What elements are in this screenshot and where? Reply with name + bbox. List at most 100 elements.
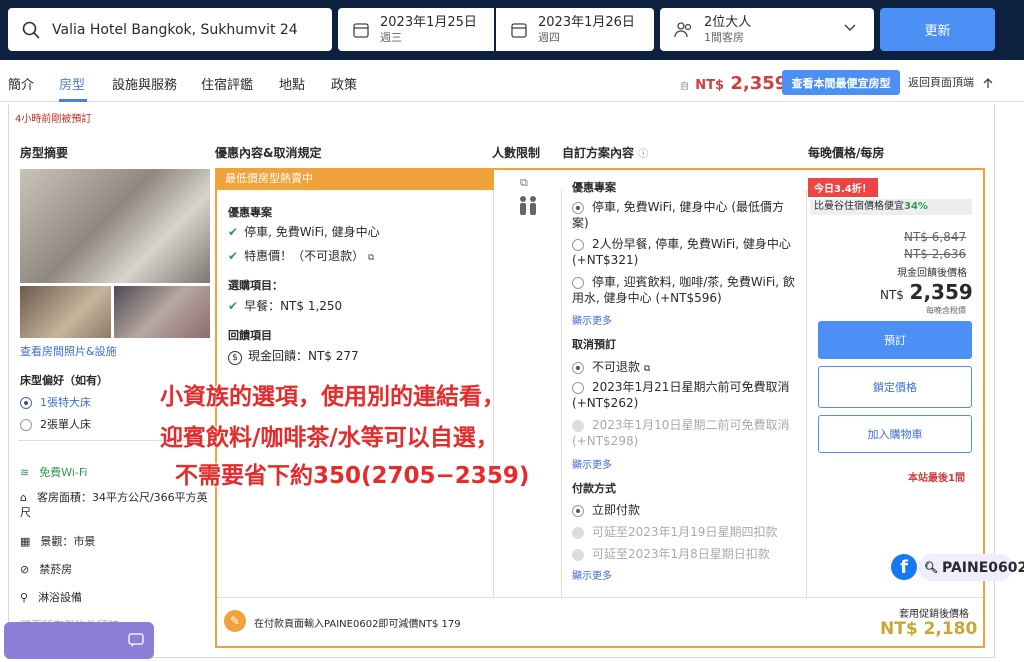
add-to-cart-button[interactable]: 加入購物車 [818, 415, 972, 453]
radio-icon [572, 276, 584, 289]
adults-count: 2位大人 [704, 15, 752, 30]
final-price: NT$ 2,359 [880, 280, 973, 304]
radio-icon [572, 238, 584, 251]
room-photo-main[interactable] [20, 169, 210, 283]
after-cashback-label: 現金回饋後價格 [897, 268, 967, 279]
tab-reviews[interactable]: 住宿評鑑 [201, 74, 253, 93]
custom-section-title: 取消預訂 [572, 338, 616, 351]
check-icon: ✔ [228, 249, 239, 263]
search-icon [22, 21, 40, 39]
radio-icon [20, 419, 32, 431]
header-occupancy: 人數限制 [492, 146, 541, 160]
feature-size: ⌂ 客房面積：34平方公尺/366平方英尺 [20, 491, 208, 519]
payment-option: 可延至2023年1月8日星期日扣款 [572, 545, 770, 562]
search-icon: 🔍︎ [924, 561, 938, 574]
best-deal-banner: 最低價房型熱賣中 [215, 168, 494, 190]
lock-price-button[interactable]: 鎖定價格 [818, 366, 972, 408]
no-smoking-icon: ⊘ [20, 563, 30, 576]
shower-icon: ⚲ [20, 591, 29, 604]
checkin-date-text: 2023年1月25日 [380, 15, 477, 30]
cheapest-room-button[interactable]: 查看本間最便宜房型 [782, 70, 900, 95]
radio-selected-icon [572, 504, 584, 517]
room-photo-thumb[interactable] [20, 286, 111, 338]
cancel-option[interactable]: 2023年1月21日星期六前可免費取消 (+NT$262) [572, 379, 800, 411]
promo-price-label: 套用促銷後價格 [899, 609, 969, 620]
watermark: 🔍︎ PAINE0602 [918, 554, 1024, 581]
room-photo-thumb[interactable] [114, 286, 210, 338]
original-price: NT$ 6,847 [904, 230, 967, 244]
nav-bar: 簡介 房型 設施與服務 住宿評鑑 地點 政策 自 NT$ 2,359 查看本間最… [0, 60, 1024, 102]
two-people-icon [520, 196, 536, 215]
external-link-icon[interactable]: ⧉ [368, 253, 374, 263]
back-to-top-link[interactable]: 返回頁面頂端 [908, 74, 994, 90]
external-link-icon[interactable]: ⧉ [644, 364, 650, 374]
deal-item: ✔ 停車, 免費WiFi, 健身中心 [228, 225, 380, 239]
feature-nonsmoking: ⊘ 禁菸房 [20, 563, 73, 576]
deal-item: ✔ 早餐：NT$ 1,250 [228, 299, 343, 313]
checkin-weekday: 週三 [380, 31, 402, 44]
update-button[interactable]: 更新 [880, 8, 995, 51]
divider [217, 597, 983, 598]
deal-section-title: 優惠專案 [228, 206, 272, 219]
check-icon: ✔ [228, 225, 239, 239]
header-custom: 自訂方案內容 ⓘ [562, 146, 649, 160]
annotation-line: 不需要省下約350(2705−2359) [175, 463, 530, 489]
show-more-link[interactable]: 顯示更多 [572, 456, 612, 471]
hotel-search-field[interactable]: Valia Hotel Bangkok, Sukhumvit 24 [8, 8, 332, 51]
chat-icon [128, 633, 144, 647]
tab-policies[interactable]: 政策 [331, 74, 357, 93]
people-icon [674, 21, 692, 37]
payment-option[interactable]: 立即付款 [572, 501, 640, 518]
tab-overview[interactable]: 簡介 [8, 74, 34, 93]
feature-shower: ⚲ 淋浴設備 [20, 591, 83, 604]
deal-item: $ 現金回饋：NT$ 277 [228, 347, 359, 365]
book-button[interactable]: 預訂 [818, 321, 972, 359]
package-option[interactable]: 停車, 迎賓飲料, 咖啡/茶, 免費WiFi, 飲用水, 健身中心 (+NT$5… [572, 274, 800, 306]
calendar-icon [511, 22, 527, 38]
room-photos-link[interactable]: 查看房間照片&設施 [20, 343, 117, 359]
promo-text: 在付款頁面輸入PAINE0602即可減價NT$ 179 [254, 619, 461, 630]
chevron-down-icon [844, 24, 856, 32]
coupon-icon: ✎ [224, 610, 246, 632]
chat-widget[interactable] [4, 622, 154, 659]
active-tab-indicator [59, 99, 87, 102]
cancel-option[interactable]: 不可退款 ⧉ [572, 358, 650, 375]
room-size-icon: ⌂ [20, 491, 27, 504]
tab-facilities[interactable]: 設施與服務 [112, 74, 177, 93]
rooms-count: 1間客房 [704, 31, 744, 44]
bed-option-twin[interactable]: 2張單人床 [20, 416, 91, 432]
guests-selector[interactable]: 2位大人 1間客房 [660, 8, 874, 51]
feature-wifi: ≋ 免費Wi-Fi [20, 466, 88, 479]
checkout-date[interactable]: 2023年1月26日 週四 [496, 8, 654, 51]
bed-preference-label: 床型偏好（如有） [20, 374, 108, 387]
deal-section-title: 選購項目： [228, 279, 283, 292]
facebook-icon: f [891, 554, 917, 580]
search-bar: Valia Hotel Bangkok, Sukhumvit 24 2023年1… [0, 0, 1024, 60]
header-deal: 優惠內容&取消規定 [215, 146, 322, 160]
package-option[interactable]: 停車, 免費WiFi, 健身中心 (最低價方案) [572, 199, 800, 231]
radio-selected-icon [572, 201, 584, 214]
checkout-date-text: 2023年1月26日 [538, 15, 635, 30]
deal-item: ✔ 特惠價！（不可退款） ⧉ [228, 249, 375, 263]
discount-badge: 今日3.4折！ [808, 178, 878, 197]
tab-rooms[interactable]: 房型 [59, 74, 85, 93]
radio-disabled-icon [572, 548, 584, 561]
wifi-icon: ≋ [20, 466, 30, 479]
radio-disabled-icon [572, 526, 584, 539]
annotation-line: 迎賓飲料/咖啡茶/水等可以自選， [160, 425, 499, 451]
show-more-link[interactable]: 顯示更多 [572, 312, 612, 327]
previous-price: NT$ 2,636 [904, 247, 967, 261]
show-more-link[interactable]: 顯示更多 [572, 567, 612, 582]
checkin-date[interactable]: 2023年1月25日 週三 [338, 8, 494, 51]
tax-note: 每晚含稅價 [926, 306, 966, 315]
cashback-icon: $ [228, 351, 242, 365]
custom-section-title: 優惠專案 [572, 181, 616, 194]
check-icon: ✔ [228, 299, 239, 313]
package-option[interactable]: 2人份早餐, 停車, 免費WiFi, 健身中心 (+NT$321) [572, 236, 800, 268]
tab-location[interactable]: 地點 [279, 74, 305, 93]
deal-section-title: 回饋項目 [228, 329, 272, 342]
bed-option-king[interactable]: 1張特大床 [20, 394, 91, 410]
divider [561, 190, 562, 597]
calendar-icon [353, 22, 369, 38]
radio-selected-icon [20, 397, 32, 409]
